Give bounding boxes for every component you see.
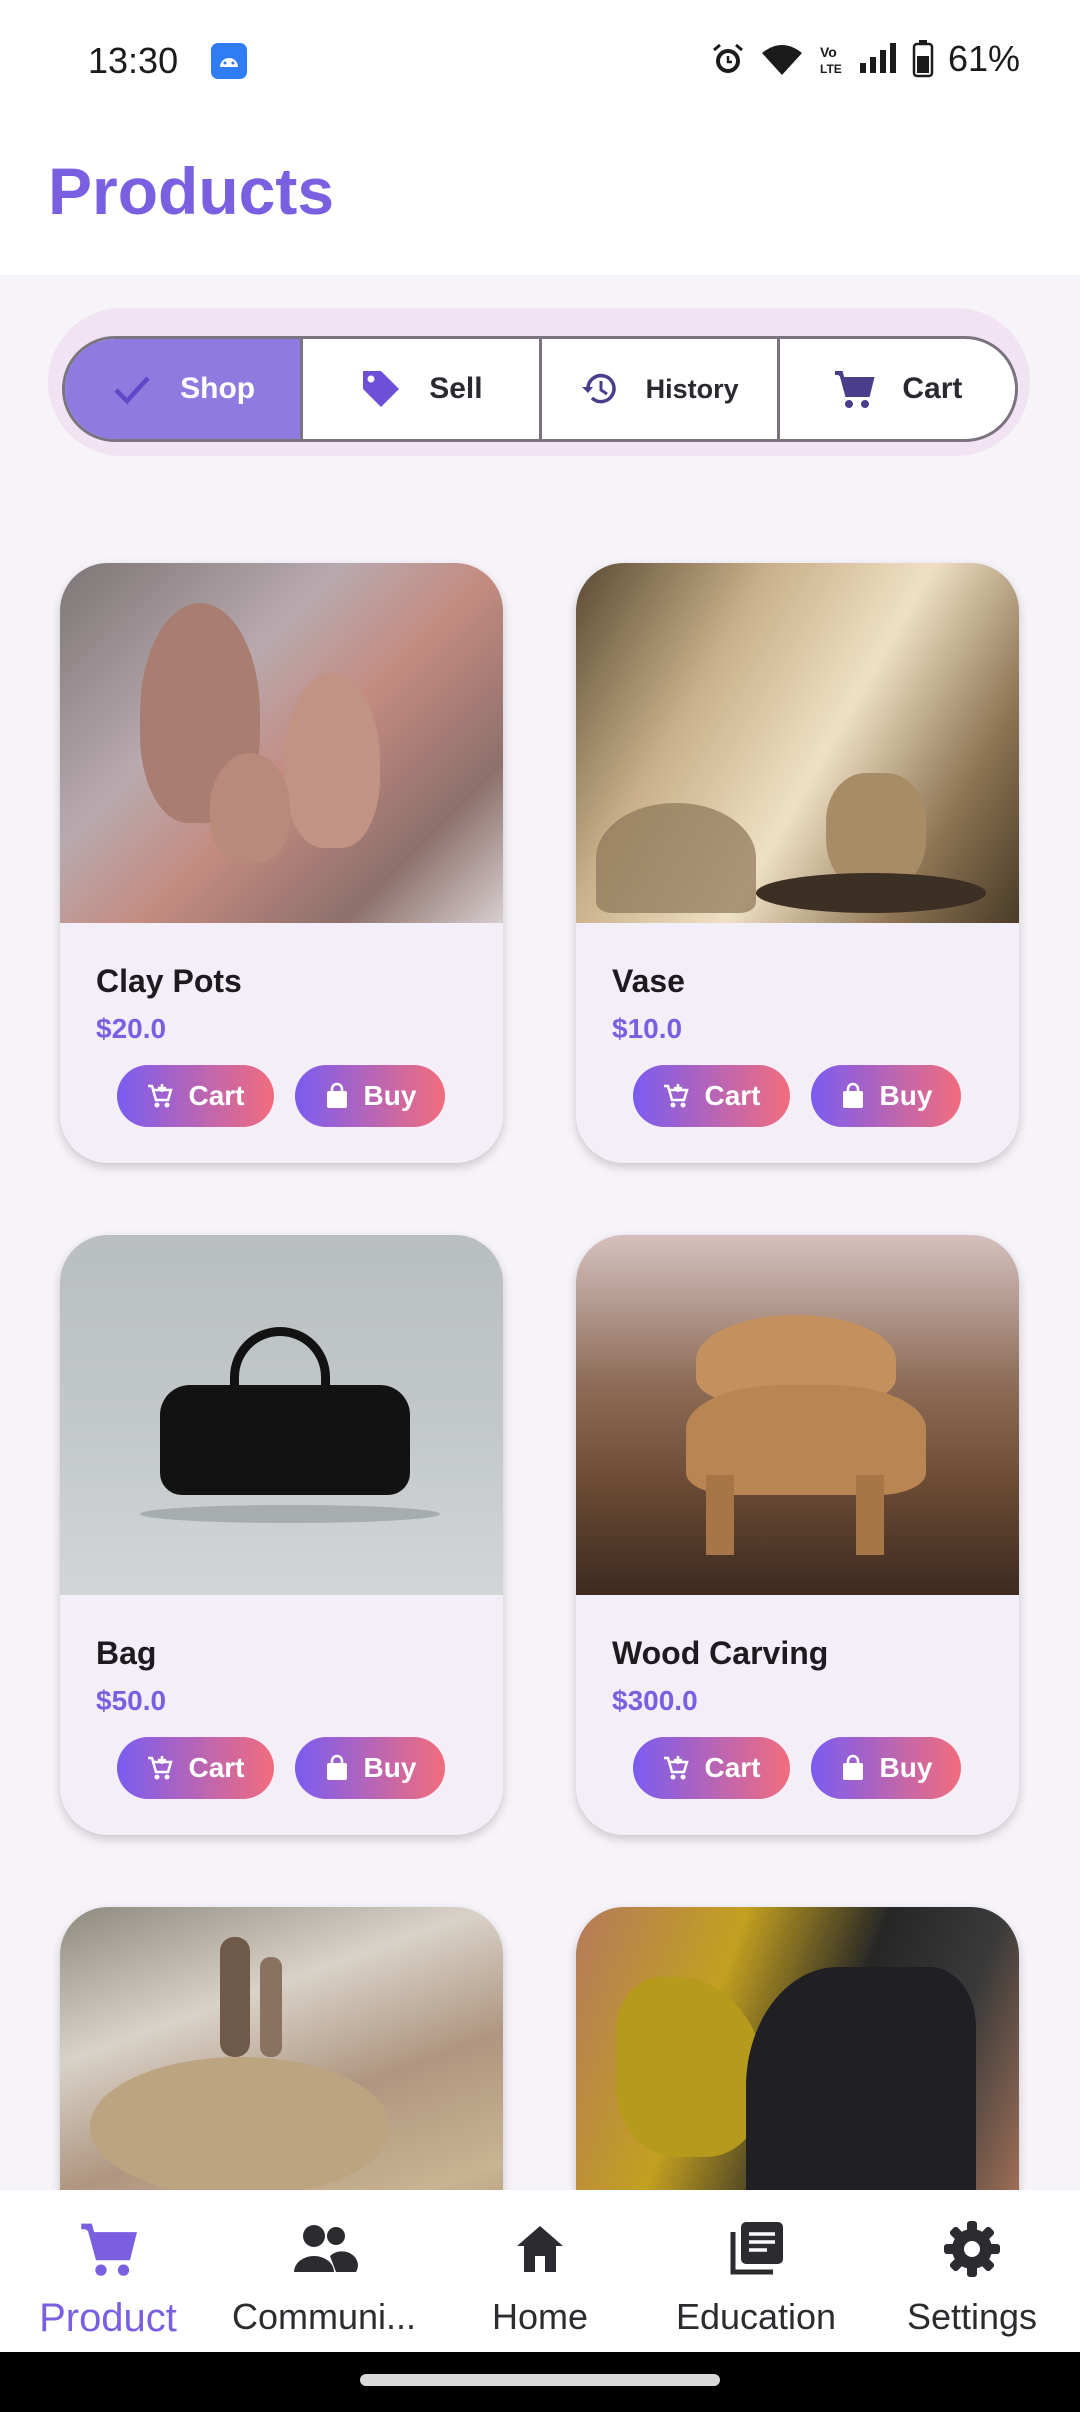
product-card-bag[interactable]: Bag $50.0 Cart Buy bbox=[60, 1235, 503, 1835]
segmented-control: Shop Sell History Cart bbox=[62, 336, 1018, 442]
product-image-clay-pots bbox=[60, 563, 503, 923]
product-image-wood-carving bbox=[576, 1235, 1019, 1595]
nav-product-label: Product bbox=[39, 2296, 177, 2340]
tab-cart[interactable]: Cart bbox=[780, 339, 1015, 439]
add-to-cart-button[interactable]: Cart bbox=[633, 1737, 790, 1799]
cart-button-label: Cart bbox=[704, 1080, 761, 1111]
svg-text:LTE: LTE bbox=[820, 62, 842, 76]
add-to-cart-button[interactable]: Cart bbox=[117, 1065, 274, 1127]
product-name: Wood Carving bbox=[612, 1635, 829, 1671]
add-to-cart-button[interactable]: Cart bbox=[633, 1065, 790, 1127]
product-image-vase bbox=[576, 563, 1019, 923]
buy-button[interactable]: Buy bbox=[811, 1065, 961, 1127]
tag-icon bbox=[363, 371, 400, 407]
product-card-vase[interactable]: Vase $10.0 Cart Buy bbox=[576, 563, 1019, 1163]
cart-button-label: Cart bbox=[188, 1752, 245, 1783]
buy-button-label: Buy bbox=[879, 1752, 933, 1783]
product-name: Vase bbox=[612, 963, 685, 999]
product-name: Clay Pots bbox=[96, 963, 242, 999]
wifi-icon bbox=[761, 45, 802, 75]
tab-history-label: History bbox=[645, 373, 739, 404]
buy-button[interactable]: Buy bbox=[295, 1065, 445, 1127]
product-card-clay-pots[interactable]: Clay Pots $20.0 Cart Buy bbox=[60, 563, 503, 1163]
shopping-bag-icon bbox=[326, 1754, 347, 1780]
status-time: 13:30 bbox=[88, 40, 179, 81]
nav-community-label: Communi... bbox=[231, 2296, 417, 2337]
battery-percentage: 61% bbox=[947, 38, 1020, 79]
system-gesture-bar bbox=[0, 2352, 1080, 2412]
cart-icon bbox=[73, 2214, 143, 2284]
product-price: $300.0 bbox=[612, 1685, 698, 1716]
shopping-bag-icon bbox=[842, 1082, 863, 1108]
status-icons: Vo LTE 61% bbox=[710, 38, 1020, 80]
tab-sell-label: Sell bbox=[429, 372, 483, 405]
segmented-control-container: Shop Sell History Cart bbox=[48, 308, 1030, 456]
history-icon bbox=[581, 373, 616, 404]
gear-icon bbox=[937, 2214, 1007, 2284]
buy-button-label: Buy bbox=[879, 1080, 933, 1111]
cart-icon bbox=[835, 371, 875, 408]
product-image-bag bbox=[60, 1235, 503, 1595]
add-to-cart-icon bbox=[148, 1084, 174, 1108]
add-to-cart-icon bbox=[664, 1756, 690, 1780]
buy-button-label: Buy bbox=[363, 1080, 417, 1111]
buy-button[interactable]: Buy bbox=[811, 1737, 961, 1799]
alarm-icon bbox=[712, 43, 743, 73]
tab-shop-label: Shop bbox=[180, 372, 256, 405]
check-icon bbox=[114, 376, 150, 405]
home-icon bbox=[505, 2214, 575, 2284]
product-price: $20.0 bbox=[96, 1013, 167, 1044]
cart-button-label: Cart bbox=[188, 1080, 245, 1111]
shopping-bag-icon bbox=[326, 1082, 347, 1108]
tab-history[interactable]: History bbox=[542, 339, 780, 439]
cart-button-label: Cart bbox=[704, 1752, 761, 1783]
svg-text:Vo: Vo bbox=[820, 44, 837, 60]
buy-button-label: Buy bbox=[363, 1752, 417, 1783]
volte-icon: Vo LTE bbox=[820, 44, 842, 76]
signal-icon bbox=[859, 43, 896, 73]
home-gesture-handle[interactable] bbox=[360, 2374, 720, 2386]
app-bar: Products bbox=[0, 125, 1080, 275]
page-title: Products bbox=[48, 154, 335, 228]
tab-shop[interactable]: Shop bbox=[65, 339, 304, 439]
buy-button[interactable]: Buy bbox=[295, 1737, 445, 1799]
battery-icon bbox=[912, 40, 934, 78]
status-bar: 13:30 Vo LTE 61% bbox=[0, 0, 1080, 125]
product-price: $10.0 bbox=[612, 1013, 683, 1044]
product-price: $50.0 bbox=[96, 1685, 167, 1716]
nav-settings-label: Settings bbox=[906, 2296, 1038, 2337]
product-name: Bag bbox=[96, 1635, 157, 1671]
nav-education-label: Education bbox=[675, 2296, 837, 2337]
product-card-wood-carving[interactable]: Wood Carving $300.0 Cart Buy bbox=[576, 1235, 1019, 1835]
tab-sell[interactable]: Sell bbox=[303, 339, 542, 439]
add-to-cart-button[interactable]: Cart bbox=[117, 1737, 274, 1799]
library-icon bbox=[721, 2214, 791, 2284]
shopping-bag-icon bbox=[842, 1754, 863, 1780]
people-icon bbox=[289, 2214, 359, 2284]
nav-home-label: Home bbox=[491, 2296, 589, 2337]
add-to-cart-icon bbox=[664, 1084, 690, 1108]
add-to-cart-icon bbox=[148, 1756, 174, 1780]
android-app-icon bbox=[211, 43, 247, 79]
tab-cart-label: Cart bbox=[902, 372, 963, 405]
